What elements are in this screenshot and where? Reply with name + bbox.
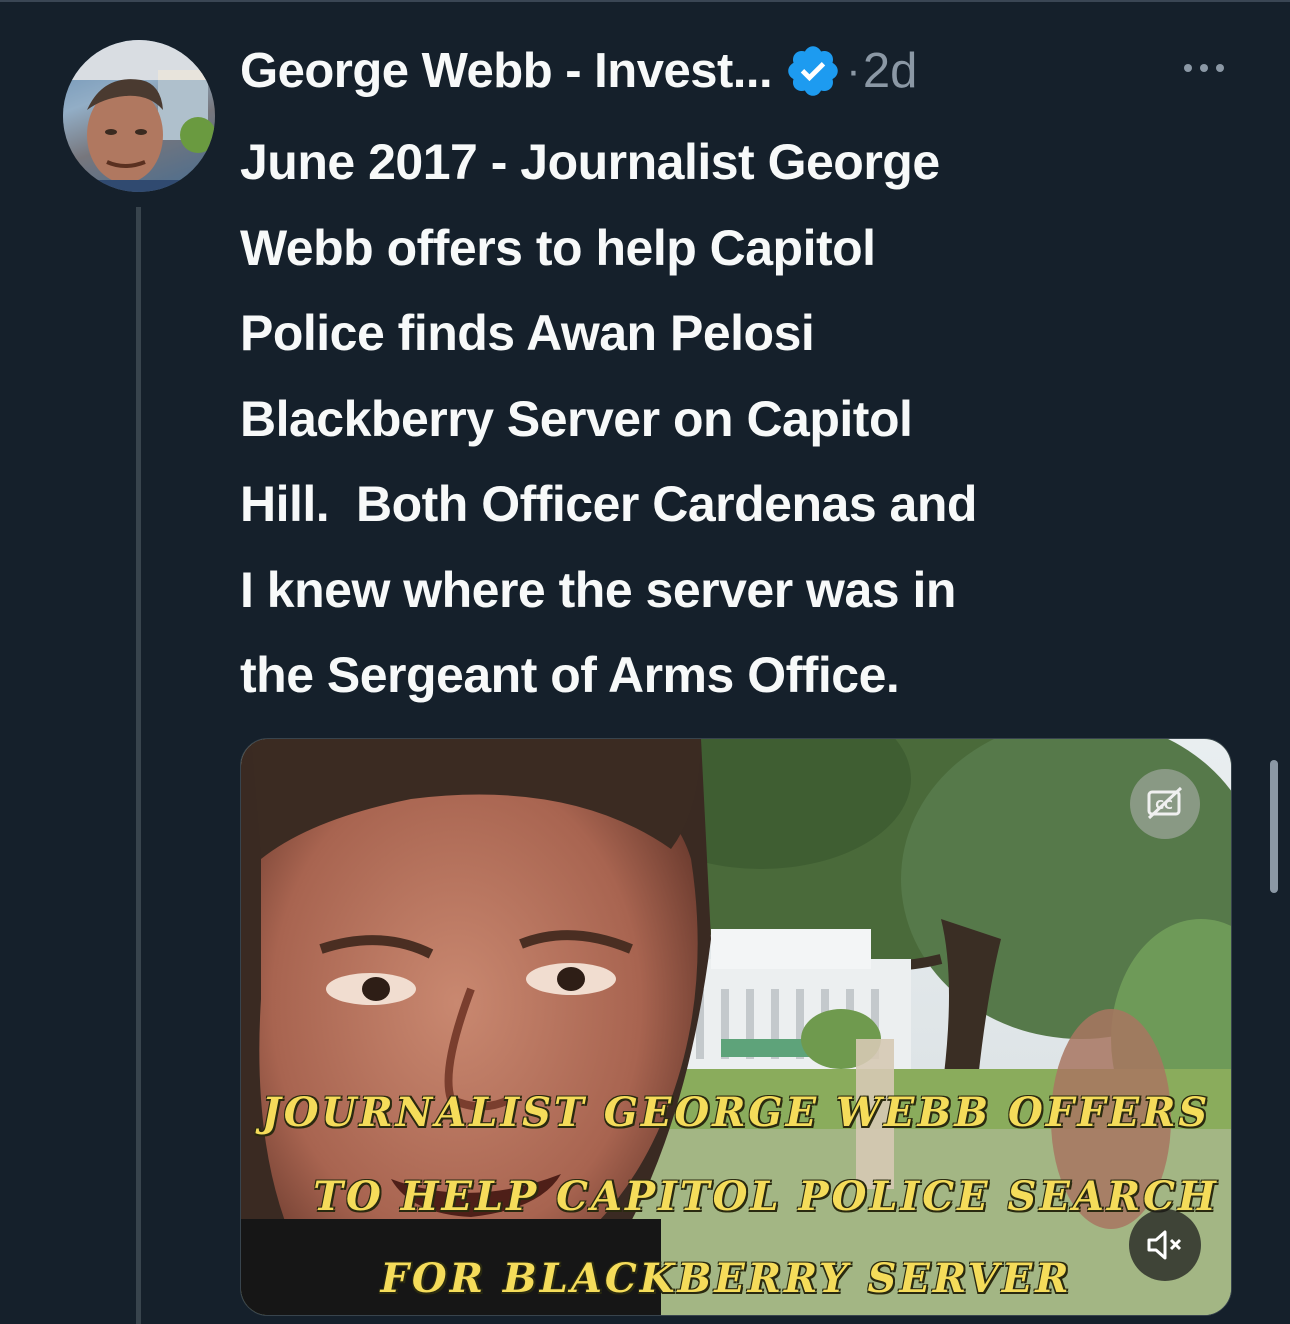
mute-toggle-button[interactable]: [1129, 1209, 1201, 1281]
verified-badge-icon[interactable]: [784, 42, 842, 100]
avatar[interactable]: [63, 40, 215, 192]
top-divider: [0, 0, 1290, 2]
tweet-container: George Webb - Invest... · 2d June 2017 -…: [0, 0, 1290, 1324]
video-frame: [241, 739, 1231, 1315]
tweet-text: June 2017 - Journalist George Webb offer…: [240, 134, 977, 703]
muted-speaker-icon: [1147, 1230, 1182, 1260]
separator-dot: ·: [846, 46, 861, 95]
display-name[interactable]: George Webb - Invest...: [240, 43, 773, 99]
avatar-image: [63, 40, 215, 192]
thread-line: [136, 207, 141, 1324]
closed-captions-off-icon: CC: [1147, 786, 1183, 820]
tweet-header: George Webb - Invest... · 2d: [240, 36, 917, 106]
video-caption-line-3: FOR BLACKBERRY SERVER: [380, 1255, 1072, 1302]
video-caption-line-1: JOURNALIST GEORGE WEBB OFFERS: [261, 1089, 1211, 1136]
more-horizontal-icon[interactable]: [1180, 56, 1228, 80]
timestamp[interactable]: 2d: [863, 43, 918, 99]
video-caption-line-2: TO HELP CAPITOL POLICE SEARCH: [313, 1173, 1219, 1220]
video-player[interactable]: JOURNALIST GEORGE WEBB OFFERS TO HELP CA…: [240, 738, 1232, 1316]
closed-captions-button[interactable]: CC: [1130, 769, 1200, 839]
scrollbar-thumb[interactable]: [1270, 760, 1278, 893]
